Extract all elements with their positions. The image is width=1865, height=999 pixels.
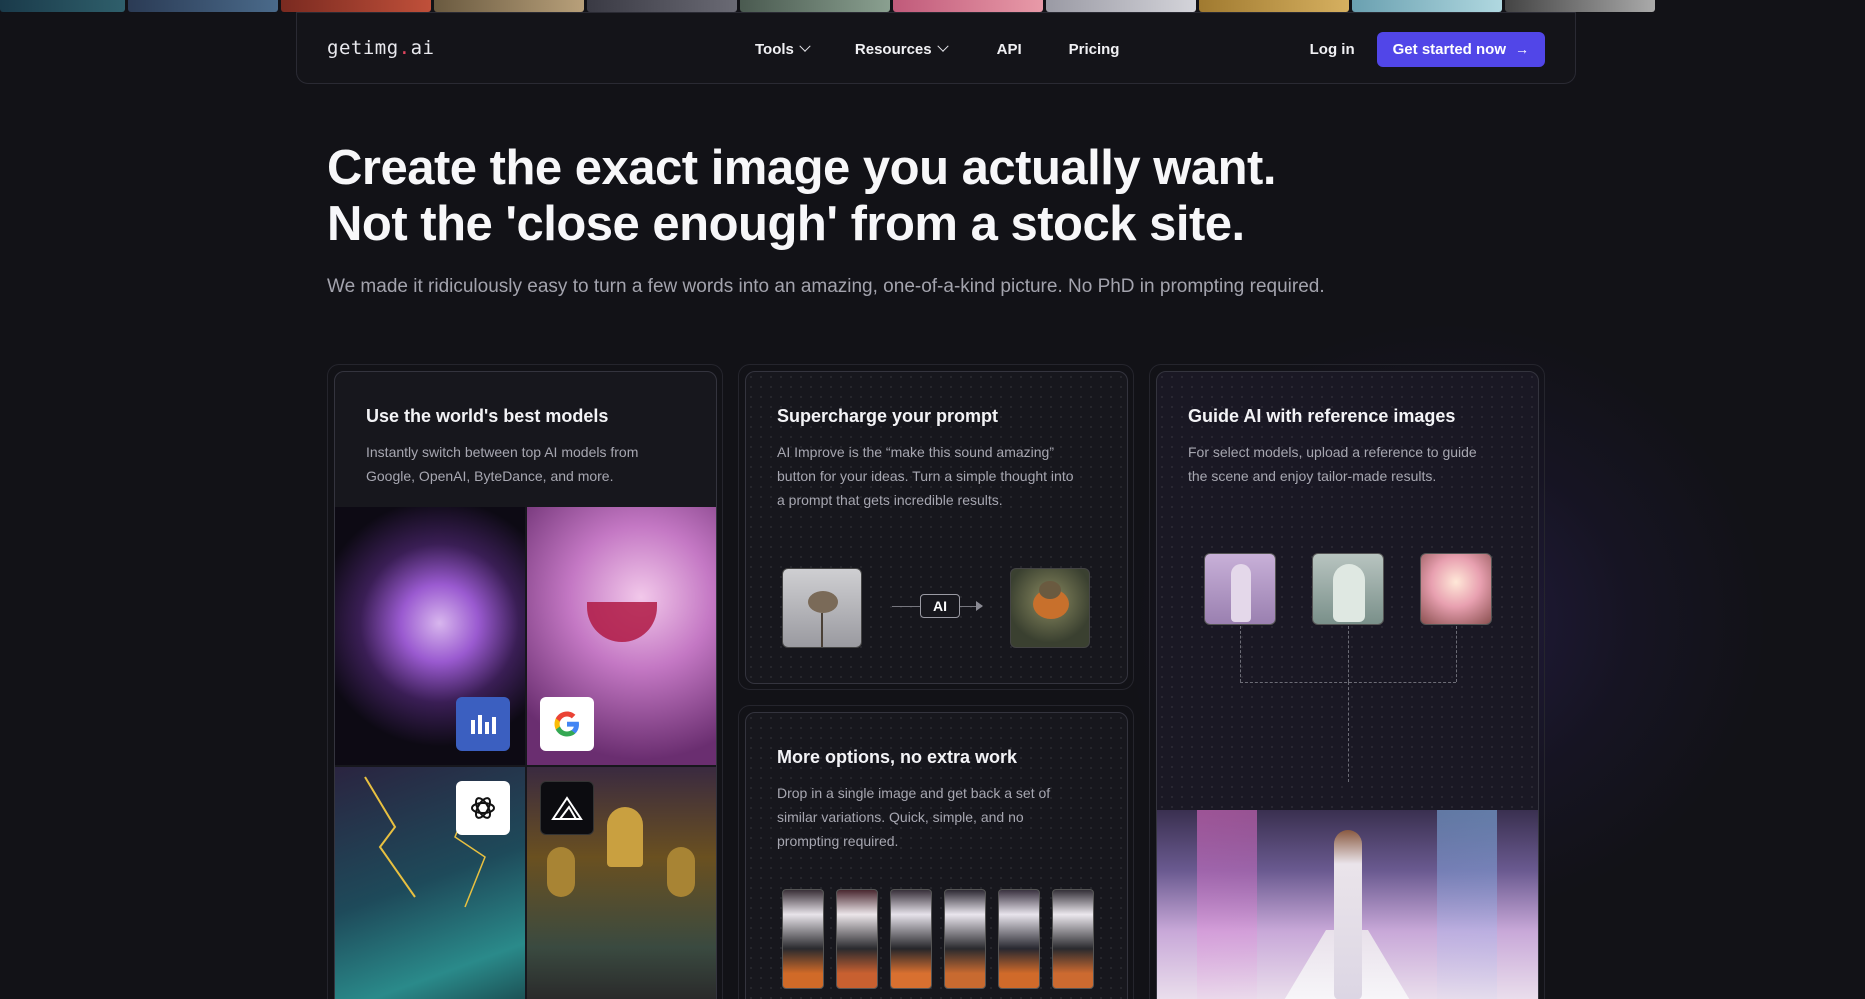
strip-thumb (434, 0, 584, 12)
plain-bird-image (782, 568, 862, 648)
hero-subtitle: We made it ridiculously easy to turn a f… (327, 276, 1325, 297)
card-title: Guide AI with reference images (1188, 406, 1456, 426)
ai-label: AI (920, 594, 960, 618)
arrow-right-icon (976, 601, 983, 611)
nav-item-label: Pricing (1068, 40, 1120, 58)
variation-image (944, 889, 986, 989)
strip-thumb (1199, 0, 1349, 12)
card-supercharge-prompt: Supercharge your prompt AI Improve is th… (745, 371, 1128, 684)
desc-line: Instantly switch between top AI models f… (366, 444, 639, 460)
openai-icon (456, 781, 510, 835)
strip-thumb (587, 0, 737, 12)
arrow-right-icon: → (1515, 41, 1529, 57)
hero-title-line: Create the exact image you actually want… (327, 141, 1276, 195)
strip-thumb (893, 0, 1043, 12)
google-icon (540, 697, 594, 751)
get-started-button[interactable]: Get started now → (1376, 31, 1545, 67)
hero-section: Create the exact image you actually want… (327, 140, 1325, 298)
reference-image-model (1204, 553, 1276, 625)
card-reference-images: Guide AI with reference images For selec… (1156, 371, 1539, 999)
reference-image-runway (1420, 553, 1492, 625)
nav-item-label: Resources (854, 40, 932, 58)
chevron-down-icon (799, 40, 811, 52)
card-best-models: Use the world's best models Instantly sw… (334, 371, 717, 999)
bytedance-icon (456, 697, 510, 751)
nav-item-pricing[interactable]: Pricing (1069, 41, 1120, 58)
site-logo[interactable]: getimg.ai (327, 37, 434, 59)
strip-thumb (1352, 0, 1502, 12)
card-description: Drop in a single image and get back a se… (777, 781, 1050, 853)
nav-item-label: Tools (755, 40, 794, 58)
connector-line (892, 606, 920, 607)
nav-item-api[interactable]: API (997, 41, 1022, 58)
chevron-down-icon (936, 40, 949, 52)
variation-image (836, 889, 878, 989)
variation-image (890, 889, 932, 989)
desc-line: similar variations. Quick, simple, and n… (777, 809, 1024, 825)
card-description: Instantly switch between top AI models f… (366, 440, 638, 488)
variation-image (1052, 889, 1094, 989)
connector-line (1348, 682, 1349, 782)
nav-menu: Tools Resources API Pricing (755, 13, 1119, 85)
nav-item-tools[interactable]: Tools (755, 40, 811, 58)
runway-result-image (1157, 810, 1538, 999)
card-description: AI Improve is the “make this sound amazi… (777, 440, 1074, 512)
strip-thumb (740, 0, 890, 12)
desc-line: Drop in a single image and get back a se… (777, 785, 1051, 801)
strip-thumb (1505, 0, 1655, 12)
robin-image (1010, 568, 1090, 648)
connector-line (1348, 626, 1349, 682)
top-navbar: getimg.ai Tools Resources API Pricing Lo… (296, 12, 1576, 84)
nav-item-resources[interactable]: Resources (854, 40, 949, 58)
variation-image (998, 889, 1040, 989)
model-image-grid (335, 507, 716, 999)
reference-image-dress (1312, 553, 1384, 625)
get-started-label: Get started now (1392, 40, 1506, 58)
top-image-strip (0, 0, 1865, 12)
desc-line: the scene and enjoy tailor-made results. (1188, 468, 1437, 484)
connector-line (1240, 626, 1241, 682)
strip-thumb (281, 0, 431, 12)
desc-line: prompting required. (777, 833, 899, 849)
desc-line: For select models, upload a reference to… (1188, 444, 1477, 460)
card-title: Use the world's best models (366, 406, 609, 426)
strip-thumb (1046, 0, 1196, 12)
nav-item-label: API (996, 40, 1022, 58)
desc-line: AI Improve is the “make this sound amazi… (777, 444, 1055, 460)
card-title: Supercharge your prompt (777, 406, 999, 426)
strip-thumb (128, 0, 278, 12)
connector-line (1456, 626, 1457, 682)
hero-title-line: Not the 'close enough' from a stock site… (327, 197, 1245, 251)
nav-actions: Log in Get started now → (1310, 13, 1545, 85)
card-description: For select models, upload a reference to… (1188, 440, 1477, 488)
hero-title: Create the exact image you actually want… (327, 140, 1325, 252)
blackforest-icon (540, 781, 594, 835)
card-more-options: More options, no extra work Drop in a si… (745, 712, 1128, 999)
card-title: More options, no extra work (777, 747, 1018, 767)
desc-line: a prompt that gets incredible results. (777, 492, 1003, 508)
strip-thumb (0, 0, 125, 12)
desc-line: Google, OpenAI, ByteDance, and more. (366, 468, 614, 484)
desc-line: button for your ideas. Turn a simple tho… (777, 468, 1074, 484)
login-link[interactable]: Log in (1310, 41, 1355, 58)
variation-image (782, 889, 824, 989)
